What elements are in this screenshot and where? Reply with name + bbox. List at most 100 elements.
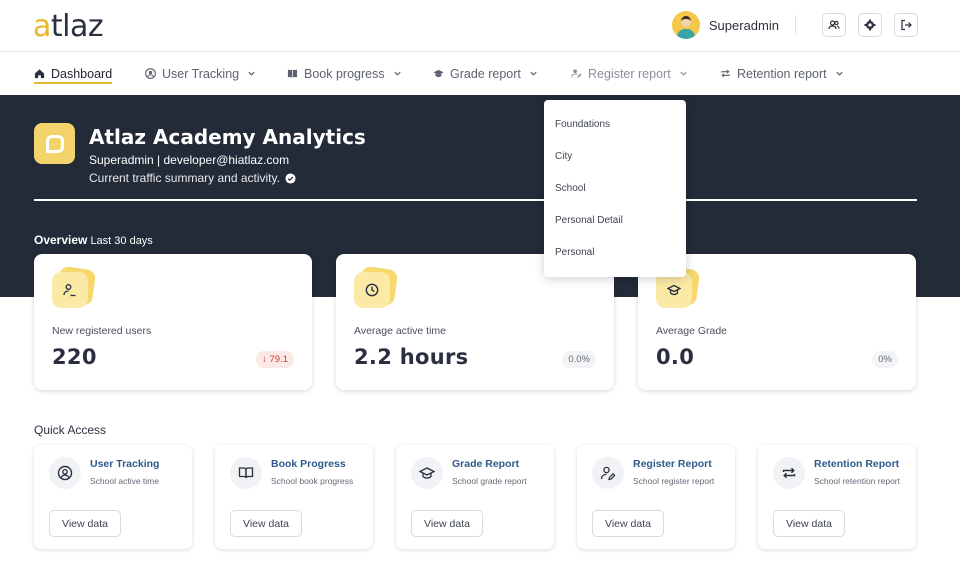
nav-book-progress[interactable]: Book progress bbox=[287, 52, 402, 95]
overview-heading: Overview Last 30 days bbox=[34, 233, 153, 247]
stat-label: Average active time bbox=[354, 325, 447, 337]
qa-card-title[interactable]: Book Progress bbox=[271, 458, 346, 470]
stat-value: 2.2 hours bbox=[354, 345, 469, 369]
view-data-button[interactable]: View data bbox=[411, 510, 483, 537]
user-circle-icon bbox=[57, 465, 73, 481]
nav-retention-report[interactable]: Retention report bbox=[720, 52, 844, 95]
dropdown-item-school[interactable]: School bbox=[555, 183, 586, 194]
qa-icon-container bbox=[592, 457, 624, 489]
nav-label: Book progress bbox=[304, 66, 385, 81]
logo-prefix: a bbox=[33, 9, 51, 44]
register-report-dropdown: Foundations City School Personal Detail … bbox=[544, 100, 686, 277]
hero-subtitle: Superadmin | developer@hiatlaz.com bbox=[89, 153, 290, 167]
hero-divider bbox=[34, 199, 917, 201]
overview-period: Last 30 days bbox=[90, 235, 153, 247]
qa-icon-container bbox=[230, 457, 262, 489]
quick-access-card-book-progress: Book Progress School book progress View … bbox=[215, 445, 373, 549]
stat-change-badge: 0.0% bbox=[562, 351, 596, 368]
verified-check-icon bbox=[285, 172, 296, 184]
qa-card-description: School active time bbox=[90, 476, 159, 486]
quick-access-card-user-tracking: User Tracking School active time View da… bbox=[34, 445, 192, 549]
quick-access-card-grade-report: Grade Report School grade report View da… bbox=[396, 445, 554, 549]
header-divider bbox=[795, 15, 796, 35]
view-data-button[interactable]: View data bbox=[230, 510, 302, 537]
chevron-down-icon bbox=[680, 71, 687, 76]
user-edit-icon bbox=[63, 284, 76, 297]
dropdown-item-personal-detail[interactable]: Personal Detail bbox=[555, 215, 623, 226]
qa-card-description: School grade report bbox=[452, 476, 527, 486]
avatar[interactable] bbox=[671, 11, 700, 39]
qa-card-title[interactable]: Register Report bbox=[633, 458, 712, 470]
users-icon bbox=[828, 20, 840, 30]
user-area: Superadmin bbox=[671, 11, 918, 39]
home-icon bbox=[34, 69, 45, 79]
quick-access-card-register-report: Register Report School register report V… bbox=[577, 445, 735, 549]
chevron-down-icon bbox=[393, 71, 401, 76]
qa-card-description: School register report bbox=[633, 476, 715, 486]
stat-change-badge: 0% bbox=[872, 351, 898, 368]
stat-value: 0.0 bbox=[656, 345, 695, 369]
chevron-down-icon bbox=[248, 71, 255, 76]
user-edit-icon bbox=[600, 466, 616, 481]
academy-logo bbox=[34, 123, 75, 164]
view-data-button[interactable]: View data bbox=[49, 510, 121, 537]
page-title: Atlaz Academy Analytics bbox=[89, 125, 366, 149]
dropdown-item-city[interactable]: City bbox=[555, 151, 572, 162]
user-circle-icon bbox=[145, 68, 156, 79]
graduation-cap-icon bbox=[667, 284, 681, 296]
qa-card-description: School book progress bbox=[271, 476, 354, 486]
clock-icon bbox=[365, 283, 379, 297]
graduation-cap-icon bbox=[433, 69, 444, 78]
qa-card-title[interactable]: Retention Report bbox=[814, 458, 899, 470]
overview-title: Overview bbox=[34, 233, 88, 247]
repeat-icon bbox=[721, 69, 730, 78]
logout-button[interactable] bbox=[894, 13, 918, 37]
stat-label: New registered users bbox=[52, 325, 152, 337]
stat-card-new-users: New registered users 220 ↓ 79.1 bbox=[34, 254, 312, 390]
qa-icon-container bbox=[411, 457, 443, 489]
stat-icon-container bbox=[52, 265, 97, 308]
quick-access-card-retention-report: Retention Report School retention report… bbox=[758, 445, 916, 549]
qa-icon-container bbox=[49, 457, 81, 489]
logout-icon bbox=[901, 19, 912, 31]
stat-label: Average Grade bbox=[656, 325, 728, 337]
users-button[interactable] bbox=[822, 13, 846, 37]
view-data-button[interactable]: View data bbox=[592, 510, 664, 537]
nav-grade-report[interactable]: Grade report bbox=[433, 52, 538, 95]
dropdown-item-personal[interactable]: Personal bbox=[555, 247, 594, 258]
top-header: atlaz Superadmin bbox=[0, 0, 960, 52]
stat-change-badge: ↓ 79.1 bbox=[256, 351, 294, 368]
qa-card-title[interactable]: User Tracking bbox=[90, 458, 159, 470]
qa-icon-container bbox=[773, 457, 805, 489]
stat-icon-container bbox=[354, 265, 399, 308]
user-edit-icon bbox=[571, 69, 582, 78]
graduation-cap-icon bbox=[419, 467, 435, 479]
nav-label: Dashboard bbox=[51, 66, 113, 81]
qa-card-description: School retention report bbox=[814, 476, 900, 486]
settings-button[interactable] bbox=[858, 13, 882, 37]
quick-access-title: Quick Access bbox=[34, 423, 107, 437]
nav-label: Register report bbox=[588, 66, 671, 81]
nav-register-report[interactable]: Register report bbox=[571, 52, 688, 95]
nav-dashboard[interactable]: Dashboard bbox=[34, 52, 113, 95]
qa-card-title[interactable]: Grade Report bbox=[452, 458, 519, 470]
chevron-down-icon bbox=[836, 71, 843, 76]
nav-label: User Tracking bbox=[162, 66, 240, 81]
stat-value: 220 bbox=[52, 345, 97, 369]
repeat-icon bbox=[782, 467, 796, 479]
hero-description-text: Current traffic summary and activity. bbox=[89, 171, 280, 185]
logo-text: tlaz bbox=[50, 9, 104, 44]
dropdown-item-foundations[interactable]: Foundations bbox=[555, 119, 610, 130]
book-icon bbox=[287, 69, 298, 79]
hero-description: Current traffic summary and activity. bbox=[89, 171, 296, 185]
main-nav: Dashboard User Tracking Book progress Gr… bbox=[0, 52, 960, 95]
book-icon bbox=[238, 467, 254, 479]
nav-label: Grade report bbox=[450, 66, 521, 81]
nav-user-tracking[interactable]: User Tracking bbox=[145, 52, 256, 95]
atlaz-logo[interactable]: atlaz bbox=[33, 9, 104, 44]
gear-icon bbox=[864, 19, 876, 31]
chevron-down-icon bbox=[530, 71, 537, 76]
username-label: Superadmin bbox=[708, 17, 779, 33]
view-data-button[interactable]: View data bbox=[773, 510, 845, 537]
nav-label: Retention report bbox=[737, 66, 827, 81]
